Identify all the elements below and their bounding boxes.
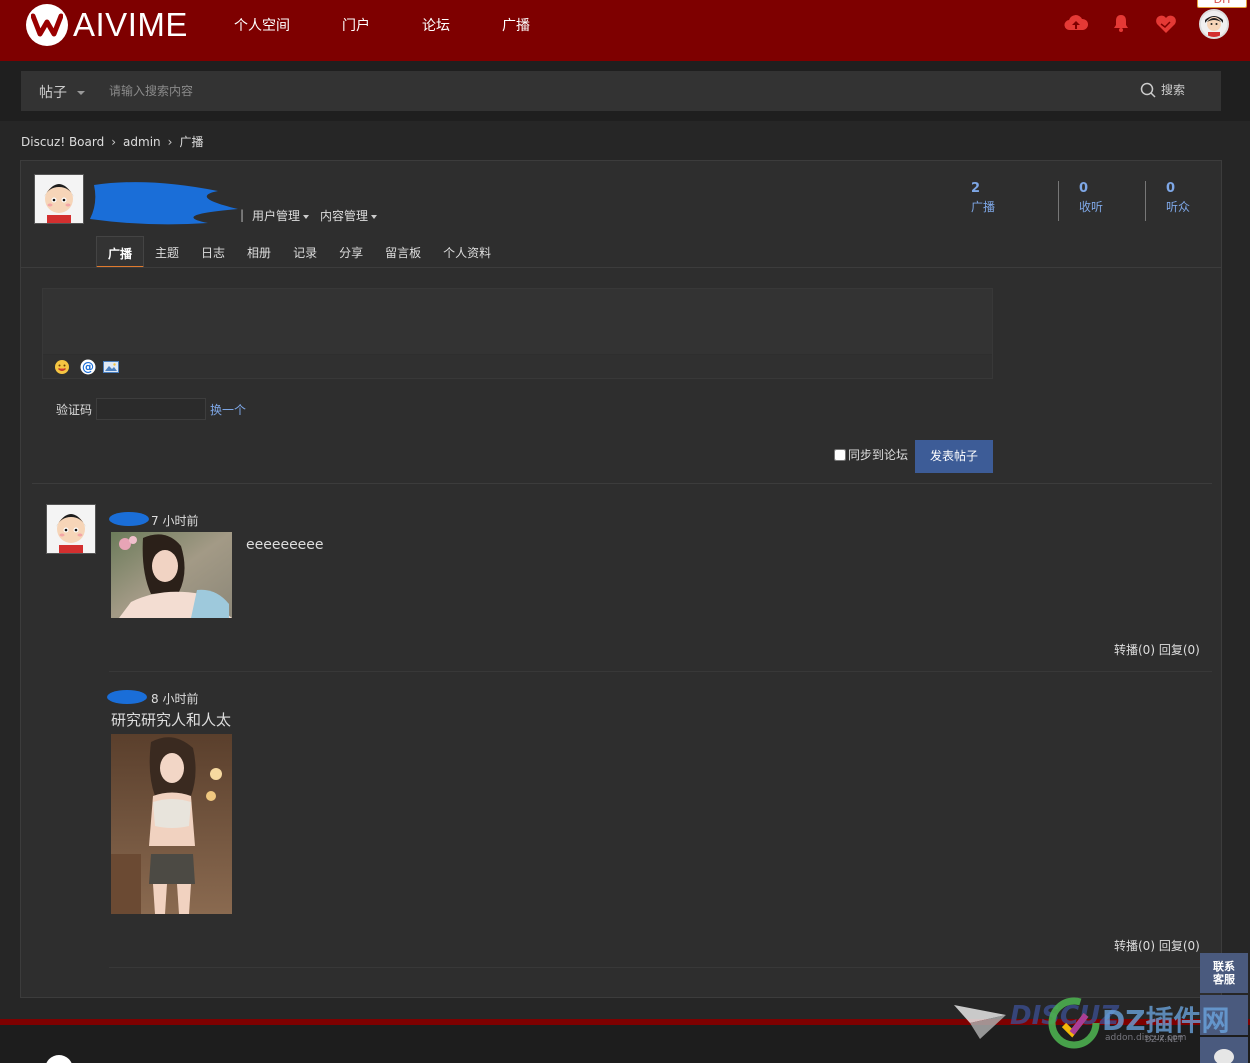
chevron-right-icon: ›: [111, 134, 117, 149]
main-nav: 个人空间 门户 论坛 广播: [234, 15, 582, 35]
image-upload-icon[interactable]: [103, 359, 119, 375]
tab-divider: [21, 267, 1221, 268]
contact-support-label: 联系客服: [1213, 960, 1235, 986]
stat-broadcast[interactable]: 2 广播: [971, 181, 1058, 221]
user-avatar[interactable]: [1199, 9, 1229, 39]
search-button[interactable]: 搜索: [1140, 81, 1185, 98]
post-textarea[interactable]: [43, 289, 992, 353]
feed-text: 研究研究人和人太: [111, 711, 232, 729]
stat-value: 0: [1166, 181, 1176, 196]
user-mgmt-menu[interactable]: 用户管理: [252, 207, 310, 224]
search-bar: 帖子 搜索: [21, 71, 1221, 111]
feed-image[interactable]: [111, 532, 232, 618]
logo-icon: [26, 4, 68, 46]
tab-blog[interactable]: 日志: [190, 236, 236, 268]
search-input[interactable]: [109, 79, 1009, 103]
emoji-icon[interactable]: [54, 359, 70, 375]
footer: [0, 1025, 1250, 1063]
nav-broadcast[interactable]: 广播: [502, 15, 530, 35]
sync-forum-checkbox[interactable]: [834, 448, 846, 461]
separator: |: [240, 208, 245, 222]
search-type-label: 帖子: [39, 85, 67, 101]
tab-profile[interactable]: 个人资料: [432, 236, 502, 268]
feed-time: 7 小时前: [151, 514, 199, 528]
top-header: AIVIME 个人空间 门户 论坛 广播 DH: [0, 0, 1250, 61]
profile-tabs: 广播 主题 日志 相册 记录 分享 留言板 个人资料: [96, 236, 502, 268]
logo-text: AIVIME: [73, 6, 188, 43]
cloud-upload-icon[interactable]: [1064, 13, 1089, 35]
heart-icon[interactable]: [1154, 13, 1178, 35]
footer-logo: [45, 1055, 73, 1063]
stat-following[interactable]: 0 收听: [1058, 181, 1145, 221]
post-composer: @: [42, 288, 993, 379]
profile-main: | 用户管理 内容管理 2 广播 0 收听 0 听众 广播 主题 日志 相册 记录 分…: [20, 160, 1222, 998]
composer-divider: [32, 483, 1212, 484]
publish-post-button[interactable]: 发表帖子: [915, 440, 993, 473]
feed-avatar[interactable]: [46, 504, 96, 554]
feed-actions[interactable]: 转播(0) 回复(0): [1114, 937, 1200, 954]
chevron-down-icon: [77, 91, 85, 95]
contact-support-button[interactable]: 联系客服: [1200, 953, 1248, 993]
stat-value: 0: [1079, 181, 1089, 196]
feed-text: eeeeeeeee: [246, 537, 324, 553]
feed-divider: [109, 671, 1212, 672]
svg-text:@: @: [82, 360, 94, 374]
nav-personal-space[interactable]: 个人空间: [234, 15, 290, 35]
dh-badge[interactable]: DH: [1197, 0, 1247, 8]
stat-followers[interactable]: 0 听众: [1145, 181, 1232, 221]
breadcrumb-user[interactable]: admin: [123, 135, 161, 149]
captcha-label: 验证码: [56, 403, 93, 417]
wechat-icon: [1214, 1049, 1234, 1063]
user-mgmt-label: 用户管理: [252, 209, 301, 223]
wechat-button[interactable]: [1200, 1037, 1248, 1063]
search-button-label: 搜索: [1161, 83, 1186, 97]
stat-value: 2: [971, 181, 981, 196]
feed-actions[interactable]: 转播(0) 回复(0): [1114, 641, 1200, 658]
profile-stats: 2 广播 0 收听 0 听众: [971, 181, 1232, 221]
bell-icon[interactable]: [1111, 13, 1135, 35]
composer-toolbar: @: [43, 354, 992, 378]
tab-share[interactable]: 分享: [328, 236, 374, 268]
sync-forum-option[interactable]: 同步到论坛: [834, 446, 908, 463]
breadcrumb-current: 广播: [179, 135, 204, 149]
stat-label: 广播: [971, 200, 996, 214]
search-area: 帖子 搜索: [0, 61, 1250, 121]
tab-records[interactable]: 记录: [282, 236, 328, 268]
captcha-input[interactable]: [96, 398, 206, 420]
breadcrumb-home[interactable]: Discuz! Board: [21, 135, 104, 149]
tab-threads[interactable]: 主题: [144, 236, 190, 268]
at-mention-icon[interactable]: @: [80, 359, 96, 375]
stat-label: 收听: [1079, 200, 1104, 214]
chevron-down-icon: [371, 214, 378, 219]
chevron-right-icon: ›: [167, 134, 173, 149]
site-logo[interactable]: AIVIME: [26, 4, 188, 46]
chevron-down-icon: [303, 214, 310, 219]
profile-avatar[interactable]: [34, 174, 84, 224]
redacted-author: [107, 690, 147, 704]
tab-guestbook[interactable]: 留言板: [374, 236, 432, 268]
tab-album[interactable]: 相册: [236, 236, 282, 268]
nav-portal[interactable]: 门户: [342, 15, 370, 35]
content-mgmt-label: 内容管理: [320, 209, 369, 223]
captcha-refresh-link[interactable]: 换一个: [210, 401, 246, 418]
redacted-author: [109, 512, 149, 526]
breadcrumb: Discuz! Board › admin › 广播: [21, 133, 203, 150]
feed-divider: [109, 967, 1212, 968]
content-mgmt-menu[interactable]: 内容管理: [320, 207, 378, 224]
search-icon: [1140, 82, 1156, 98]
side-action-button[interactable]: [1200, 995, 1248, 1035]
search-type-dropdown[interactable]: 帖子: [39, 82, 85, 102]
dh-badge-label: DH: [1214, 0, 1231, 6]
nav-forum[interactable]: 论坛: [422, 15, 450, 35]
tab-broadcast[interactable]: 广播: [96, 236, 145, 268]
feed-time: 8 小时前: [151, 692, 199, 706]
feed-image[interactable]: [111, 734, 232, 914]
sync-forum-label: 同步到论坛: [848, 448, 909, 462]
redacted-username: [90, 182, 238, 225]
stat-label: 听众: [1166, 200, 1191, 214]
